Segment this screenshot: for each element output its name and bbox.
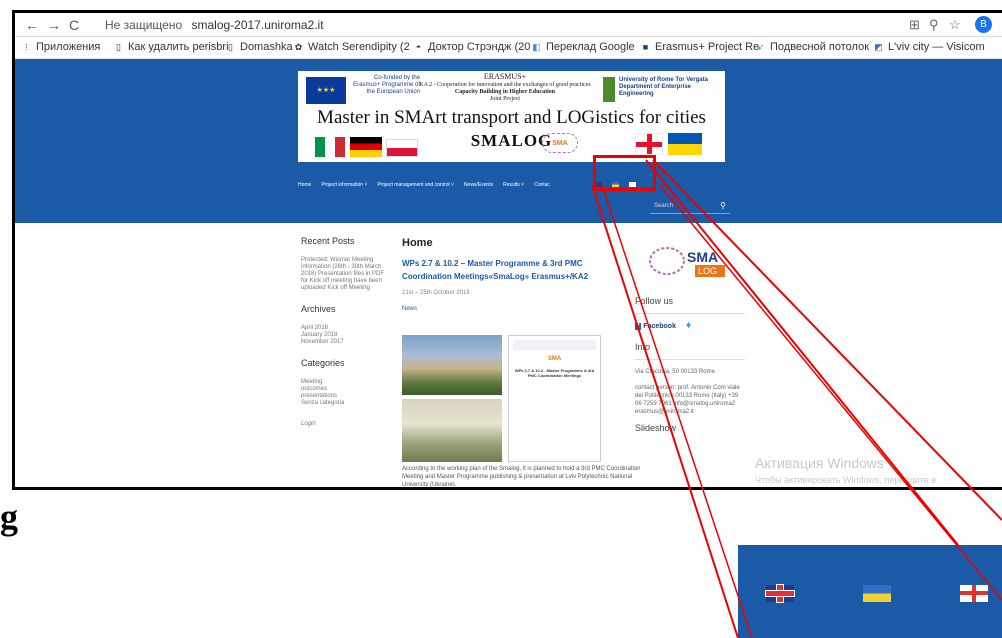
- zoom-connector-lines: [591, 159, 1002, 638]
- figure-stage: ← → C Не защищено smalog-2017.uniroma2.i…: [0, 0, 1002, 638]
